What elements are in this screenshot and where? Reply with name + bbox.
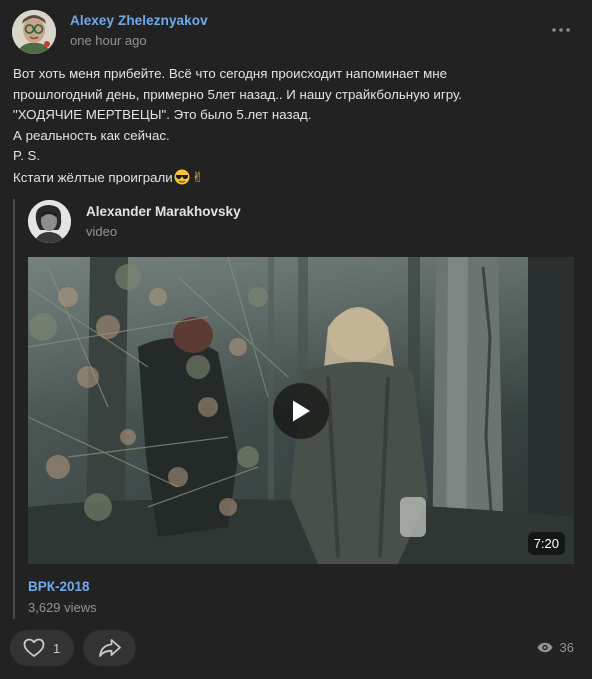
repost-avatar-image	[28, 200, 71, 243]
video-duration: 7:20	[527, 532, 565, 555]
eye-icon	[537, 642, 553, 653]
post-timestamp[interactable]: one hour ago	[70, 33, 147, 48]
post-card: Alexey Zheleznyakov one hour ago Вот хот…	[0, 0, 592, 679]
play-button[interactable]	[273, 383, 329, 439]
heart-icon	[23, 638, 45, 658]
repost-author-avatar[interactable]	[28, 200, 71, 243]
sunglasses-emoji-icon	[174, 169, 190, 184]
repost-author-name[interactable]: Alexander Marakhovsky	[86, 204, 241, 219]
post-views: 36	[537, 640, 574, 655]
victory-hand-emoji-icon: ✌	[191, 168, 204, 185]
post-text-line: А реальность как сейчас.	[13, 127, 170, 143]
video-player[interactable]: 7:20	[28, 257, 574, 564]
post-text-line: Кстати жёлтые проиграли	[13, 169, 173, 185]
more-horizontal-icon	[552, 28, 570, 32]
post-text-line: P. S.	[13, 148, 41, 163]
more-options-button[interactable]	[546, 22, 576, 38]
post-text-line: Вот хоть меня прибейте. Всё что сегодня …	[13, 66, 448, 81]
repost-subtitle: video	[86, 224, 118, 239]
video-views: 3,629 views	[28, 600, 97, 615]
author-avatar-image	[12, 10, 56, 54]
views-count: 36	[559, 640, 574, 655]
post-text-line: "ХОДЯЧИЕ МЕРТВЕЦЫ". Это было 5.лет назад…	[13, 107, 312, 122]
like-count: 1	[53, 640, 61, 656]
share-icon	[98, 639, 121, 657]
share-button[interactable]	[83, 630, 136, 666]
play-icon	[293, 400, 310, 422]
post-text: Вот хоть меня прибейте. Всё что сегодня …	[13, 64, 573, 188]
post-text-line: прошлогодний день, примерно 5лет назад..…	[13, 86, 462, 102]
author-avatar[interactable]	[12, 10, 56, 54]
author-name[interactable]: Alexey Zheleznyakov	[70, 13, 208, 28]
video-title[interactable]: ВРК-2018	[28, 579, 90, 594]
post-text-last-line: Кстати жёлтые проиграли ✌	[13, 167, 573, 189]
like-button[interactable]: 1	[10, 630, 74, 666]
repost-divider	[13, 199, 15, 619]
